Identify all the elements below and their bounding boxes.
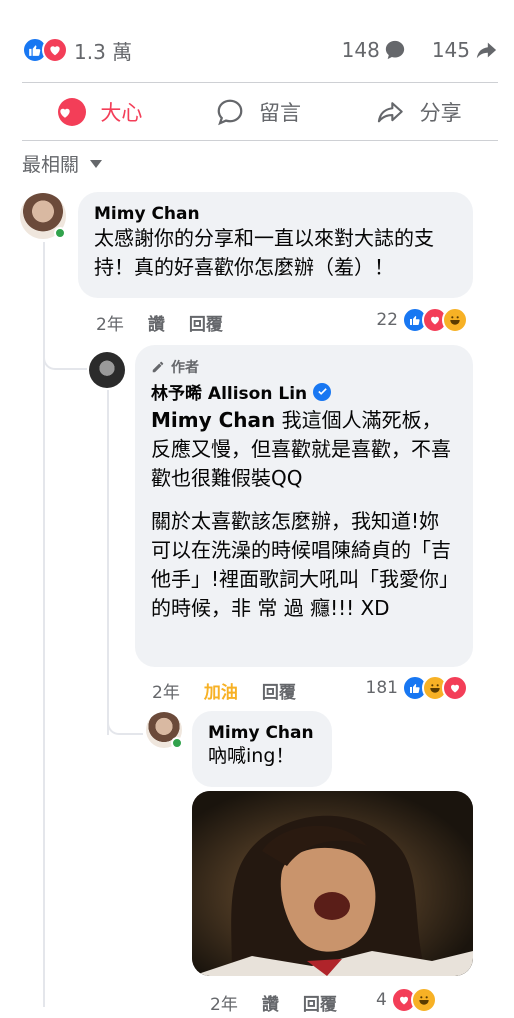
photo-image xyxy=(192,791,473,976)
reply-button[interactable]: 回覆 xyxy=(189,310,223,335)
comment-bubble: Mimy Chan 吶喊ing！ xyxy=(192,711,332,787)
comment-icon xyxy=(217,99,243,126)
comment-meta: 2年 讚 回覆 xyxy=(210,990,337,1015)
comment-sort-selector[interactable]: 最相關 xyxy=(22,150,103,177)
comment-text: 太感謝你的分享和一直以來對大誌的支持！真的好喜歡你怎麼辦（羞）！ xyxy=(94,226,434,279)
comment-bubble: Mimy Chan 太感謝你的分享和一直以來對大誌的支持！真的好喜歡你怎麼辦（羞… xyxy=(78,192,473,298)
mention-link[interactable]: Mimy Chan xyxy=(151,408,275,432)
comment-meta: 2年 加油 回覆 xyxy=(152,678,296,703)
comment-reaction-count: 22 xyxy=(376,310,398,330)
thread-connector xyxy=(43,340,87,370)
comment-author[interactable]: Mimy Chan xyxy=(94,204,457,224)
comment-button-label: 留言 xyxy=(258,101,301,125)
reply-button[interactable]: 回覆 xyxy=(303,990,337,1015)
love-reaction-icon xyxy=(42,37,68,63)
comment-button[interactable]: 留言 xyxy=(215,97,301,127)
thread-connector-nested xyxy=(107,705,143,735)
like-comment-button[interactable]: 讚 xyxy=(148,310,165,335)
avatar[interactable] xyxy=(89,352,125,388)
comment-text: 關於太喜歡該怎麼辦，我知道!妳可以在洗澡的時候唱陳綺貞的「吉他手」!裡面歌詞大吼… xyxy=(151,509,451,620)
like-comment-button[interactable]: 讚 xyxy=(262,990,279,1015)
comment-bubble: 作者 林予晞 Allison Lin Mimy Chan 我這個人滿死板，反應又… xyxy=(135,345,473,667)
reaction-summary: 1.3 萬 148 145 xyxy=(22,30,498,70)
divider-bottom xyxy=(22,140,498,141)
thread-line-nested xyxy=(107,390,109,735)
share-arrow-icon xyxy=(476,42,497,59)
haha-reaction-icon xyxy=(410,987,437,1013)
comment-author[interactable]: 林予晞 Allison Lin xyxy=(151,379,307,404)
comment-reactions[interactable]: 4 xyxy=(376,987,437,1013)
comment-reactions[interactable]: 22 xyxy=(376,307,468,333)
comment-meta: 2年 讚 回覆 xyxy=(96,310,223,335)
love-button[interactable]: 大心 xyxy=(58,97,142,127)
love-button-label: 大心 xyxy=(100,101,143,125)
love-icon xyxy=(58,98,87,126)
divider-top xyxy=(22,82,498,83)
comment-reaction-count: 4 xyxy=(376,990,387,1010)
reaction-icons[interactable]: 1.3 萬 xyxy=(22,36,132,65)
comment-time[interactable]: 2年 xyxy=(96,310,124,335)
attached-photo[interactable] xyxy=(192,791,473,976)
haha-reaction-icon xyxy=(442,307,468,333)
reaction-count[interactable]: 1.3 萬 xyxy=(74,36,132,65)
share-button[interactable]: 分享 xyxy=(374,97,462,127)
online-status-dot xyxy=(171,737,183,749)
share-icon xyxy=(377,102,403,123)
online-status-dot xyxy=(54,227,66,239)
verified-badge-icon xyxy=(313,382,332,401)
comment-author[interactable]: Mimy Chan xyxy=(208,723,316,743)
comment-count[interactable]: 148 xyxy=(342,38,380,62)
care-reaction-button[interactable]: 加油 xyxy=(204,678,238,703)
comment-reactions[interactable]: 181 xyxy=(366,675,468,701)
comment-bubble-icon xyxy=(385,40,404,60)
comment-text: 吶喊ing！ xyxy=(208,745,295,767)
reply-button[interactable]: 回覆 xyxy=(262,678,296,703)
share-button-label: 分享 xyxy=(419,101,462,125)
comment-reaction-count: 181 xyxy=(365,678,398,698)
love-reaction-icon xyxy=(442,675,468,701)
share-count[interactable]: 145 xyxy=(432,38,470,62)
pen-icon xyxy=(152,361,164,373)
author-badge-label: 作者 xyxy=(171,360,199,376)
comment-time[interactable]: 2年 xyxy=(210,990,238,1015)
caret-down-icon xyxy=(90,159,103,168)
comment-time[interactable]: 2年 xyxy=(152,678,180,703)
author-badge: 作者 xyxy=(151,357,457,377)
sort-label: 最相關 xyxy=(22,154,80,176)
action-bar: 大心 留言 分享 xyxy=(22,88,498,136)
